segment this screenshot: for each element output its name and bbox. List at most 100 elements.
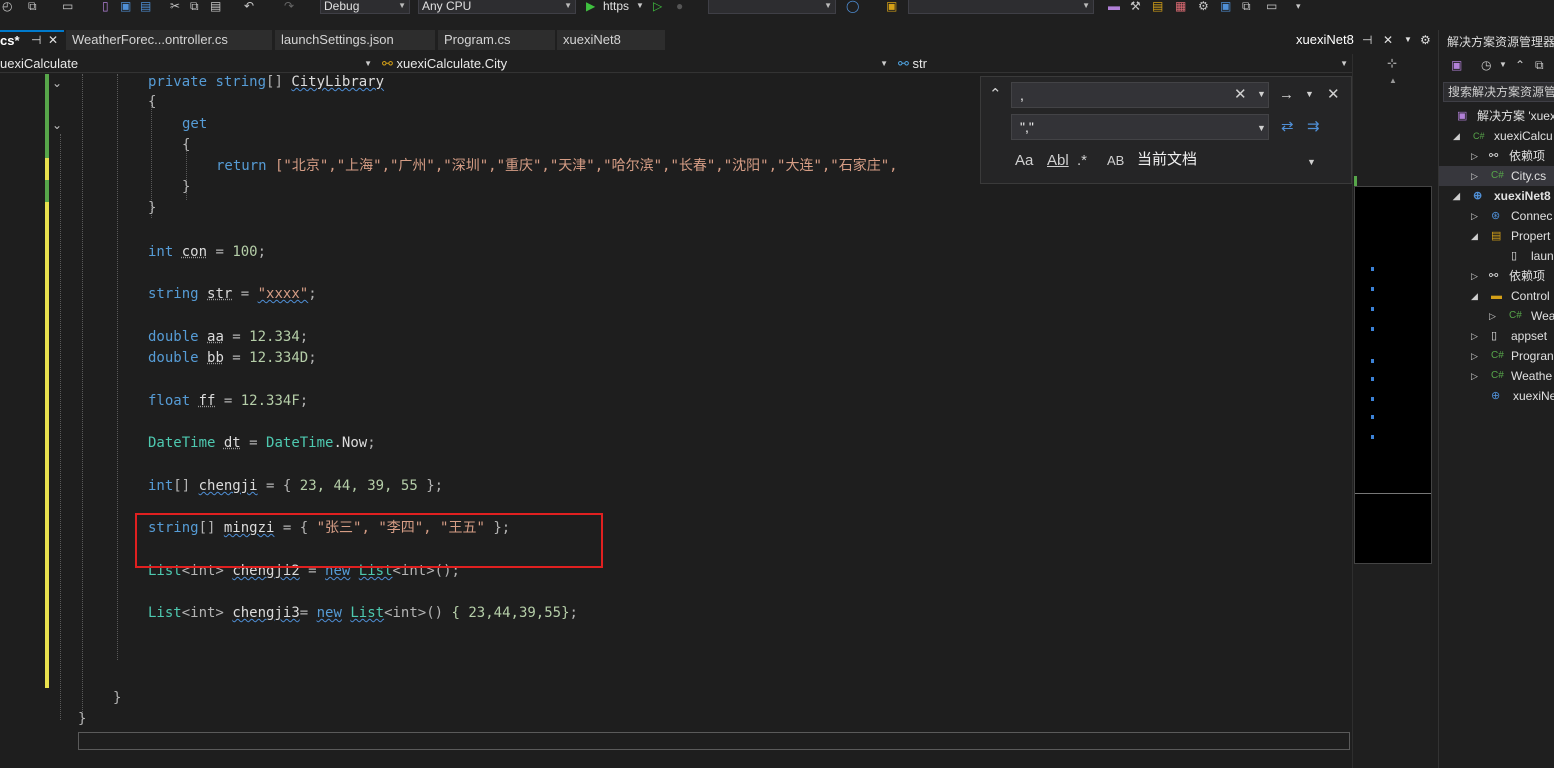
find-input[interactable]: ,	[1011, 82, 1269, 108]
platform-select[interactable]: Any CPU ▼	[418, 0, 576, 14]
history-icon[interactable]: ◷	[1481, 58, 1491, 72]
type-dropdown[interactable]: ⚯ xuexiCalculate.City ▼	[382, 54, 892, 73]
chevron-down-icon[interactable]: ▼	[1307, 153, 1316, 171]
tree-item-weatherforecast[interactable]: ▷ C# Weathe	[1439, 366, 1554, 386]
toggle-replace-icon[interactable]: ⌃	[989, 86, 1002, 104]
server-icon[interactable]: ▦	[1175, 0, 1186, 12]
close-icon[interactable]: ✕	[48, 30, 58, 50]
member-dropdown[interactable]: ⚯ str ▼	[898, 54, 1352, 73]
collapse-icon[interactable]: ⌄	[52, 118, 66, 132]
tree-item-project-net8[interactable]: ◢ ⊕ xuexiNet8	[1439, 186, 1554, 206]
close-icon[interactable]: ✕	[1327, 86, 1340, 104]
replace-input[interactable]: ","	[1011, 114, 1269, 140]
chevron-down-icon[interactable]: ▼	[1499, 60, 1507, 69]
tree-item-solution[interactable]: ▣ 解决方案 'xuex	[1439, 106, 1554, 126]
clear-icon[interactable]: ✕	[1234, 86, 1247, 104]
tree-item-http-file[interactable]: ⊕ xuexiNe	[1439, 386, 1554, 406]
collapsed-icon[interactable]: ▷	[1471, 326, 1481, 346]
split-icon[interactable]: ⊹	[1387, 56, 1397, 70]
configuration-select[interactable]: Debug ▼	[320, 0, 410, 14]
collapsed-icon[interactable]: ▷	[1471, 206, 1481, 226]
collapsed-icon[interactable]: ▷	[1471, 366, 1481, 386]
find-in-files-icon[interactable]: ▣	[886, 0, 897, 12]
settings-icon[interactable]: ⚙	[1420, 30, 1431, 50]
new-project-icon[interactable]: ⧉	[28, 0, 37, 12]
collapsed-icon[interactable]: ▷	[1489, 306, 1499, 326]
toolbox-icon[interactable]: ▤	[1152, 0, 1163, 12]
tree-item-properties[interactable]: ◢ ▤ Propert	[1439, 226, 1554, 246]
tab-xuexinet8[interactable]: xuexiNet8	[557, 30, 665, 50]
search-scope-select[interactable]: 当前文档	[1137, 151, 1197, 169]
expand-icon[interactable]: ◢	[1453, 126, 1463, 146]
add-item-icon[interactable]: ▭	[62, 0, 73, 12]
tree-item-connected-services[interactable]: ▷ ⊛ Connec	[1439, 206, 1554, 226]
replace-next-icon[interactable]: ⇄	[1281, 118, 1294, 136]
undo-icon[interactable]: ↶	[244, 0, 254, 12]
solution-search-input[interactable]: 搜索解决方案资源管理	[1443, 82, 1554, 102]
minimap[interactable]	[1354, 186, 1432, 564]
match-case-toggle[interactable]: Aa	[1015, 152, 1033, 170]
expand-icon[interactable]: ◢	[1471, 226, 1481, 246]
replace-history-icon[interactable]: ▼	[1257, 119, 1266, 137]
tab-launchsettings[interactable]: launchSettings.json	[275, 30, 435, 50]
chevron-down-icon[interactable]: ▼	[636, 0, 644, 12]
save-all-icon[interactable]: ▤	[140, 0, 151, 12]
search-history-icon[interactable]: ▼	[1257, 85, 1266, 103]
cut-icon[interactable]: ✂	[170, 0, 180, 12]
startup-item-select[interactable]: ▼	[708, 0, 836, 14]
save-icon[interactable]: ▣	[120, 0, 131, 12]
overflow-icon[interactable]: ▾	[1296, 0, 1301, 12]
start-without-debug-icon[interactable]: ▷	[653, 0, 662, 12]
class-view-icon[interactable]: ▣	[1220, 0, 1231, 12]
tab-list-icon[interactable]: ▼	[1404, 30, 1412, 50]
run-target-label[interactable]: https	[603, 0, 629, 12]
paste-icon[interactable]: ▤	[210, 0, 221, 12]
sync-icon[interactable]: ▣	[1451, 58, 1462, 72]
copy-view-icon[interactable]: ⧉	[1535, 58, 1544, 73]
pin-icon[interactable]: ⊣	[31, 30, 41, 50]
horizontal-scrollbar[interactable]	[78, 732, 1350, 750]
collapsed-icon[interactable]: ▷	[1471, 346, 1481, 366]
copy-icon[interactable]: ⧉	[190, 0, 199, 12]
window-icon[interactable]: ⧉	[1242, 0, 1251, 12]
search-combo[interactable]: ▼	[908, 0, 1094, 14]
find-options-icon[interactable]: ▼	[1305, 85, 1314, 103]
refresh-icon[interactable]: ◯	[846, 0, 859, 12]
tree-item-city-cs[interactable]: ▷ C# City.cs	[1439, 166, 1554, 186]
project-dropdown[interactable]: uexiCalculate ▼	[0, 54, 376, 73]
scroll-up-icon[interactable]: ▲	[1389, 76, 1397, 85]
collapsed-icon[interactable]: ▷	[1471, 146, 1481, 166]
pin-icon[interactable]: ⊣	[1362, 30, 1372, 50]
whole-word-toggle[interactable]: Abl	[1047, 152, 1069, 170]
tree-item-program[interactable]: ▷ C# Progran	[1439, 346, 1554, 366]
collapsed-icon[interactable]: ▷	[1471, 266, 1481, 286]
tab-program-cs[interactable]: Program.cs	[438, 30, 555, 50]
tree-item-controllers[interactable]: ◢ ▬ Control	[1439, 286, 1554, 306]
find-next-icon[interactable]: →	[1279, 86, 1294, 104]
tree-item-launchsettings[interactable]: ▯ laun	[1439, 246, 1554, 266]
debug-tools-icon[interactable]: ⚙	[1198, 0, 1209, 12]
attach-icon[interactable]: ●	[676, 0, 683, 12]
back-icon[interactable]: ◴	[2, 0, 12, 12]
start-debug-icon[interactable]: ▶	[586, 0, 595, 12]
regex-toggle[interactable]: .*	[1077, 152, 1087, 170]
tab-weatherforecast-controller[interactable]: WeatherForec...ontroller.cs	[66, 30, 272, 50]
expand-icon[interactable]: ◢	[1471, 286, 1481, 306]
open-file-icon[interactable]: ▯	[102, 0, 109, 12]
tree-item-dependencies-2[interactable]: ▷ ⚯ 依赖项	[1439, 266, 1554, 286]
bookmark-icon[interactable]: ▬	[1108, 0, 1120, 12]
preserve-case-toggle[interactable]: AB	[1107, 152, 1124, 170]
collapse-icon[interactable]: ⌄	[52, 76, 66, 90]
collapsed-icon[interactable]: ▷	[1471, 166, 1481, 186]
redo-icon[interactable]: ↷	[284, 0, 294, 12]
tree-item-project-calculate[interactable]: ◢ C# xuexiCalcu	[1439, 126, 1554, 146]
close-icon[interactable]: ✕	[1383, 30, 1393, 50]
layout-icon[interactable]: ▭	[1266, 0, 1277, 12]
collapse-all-icon[interactable]: ⌃	[1515, 58, 1525, 72]
tree-item-appsettings[interactable]: ▷ ▯ appset	[1439, 326, 1554, 346]
replace-all-icon[interactable]: ⇉	[1307, 118, 1320, 136]
tree-item-weather-controller[interactable]: ▷ C# Wea	[1439, 306, 1554, 326]
wrench-icon[interactable]: ⚒	[1130, 0, 1141, 12]
expand-icon[interactable]: ◢	[1453, 186, 1463, 206]
tree-item-dependencies[interactable]: ▷ ⚯ 依赖项	[1439, 146, 1554, 166]
